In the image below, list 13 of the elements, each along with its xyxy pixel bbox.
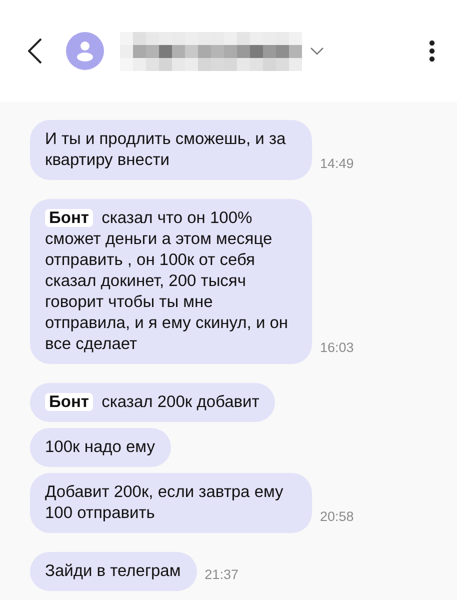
more-options-icon[interactable] (429, 40, 435, 62)
message-time: 21:37 (204, 566, 238, 584)
message-time: 20:58 (320, 508, 354, 526)
back-icon[interactable] (28, 38, 42, 64)
message-text: Зайди в телеграм (45, 561, 181, 582)
message-text: Бонт сказал что он 100% сможет деньги а этом месяце отправить , он 100к от себя сказал докинет, 200 тысяч говорит чтобы ты мне отправила, и я ему скинул, и он все сделает (45, 208, 290, 355)
message-text: Бонт сказал 200к добавит (45, 392, 260, 413)
message-text: Добавит 200к, если завтра ему 100 отправить (45, 482, 284, 524)
message-text: И ты и продлить сможешь, и за квартиру внести (45, 129, 287, 171)
message-time: 16:03 (320, 338, 354, 357)
message-text: 100к надо ему (45, 437, 155, 458)
dropdown-icon[interactable] (310, 47, 324, 55)
message-time: 14:49 (320, 154, 354, 173)
